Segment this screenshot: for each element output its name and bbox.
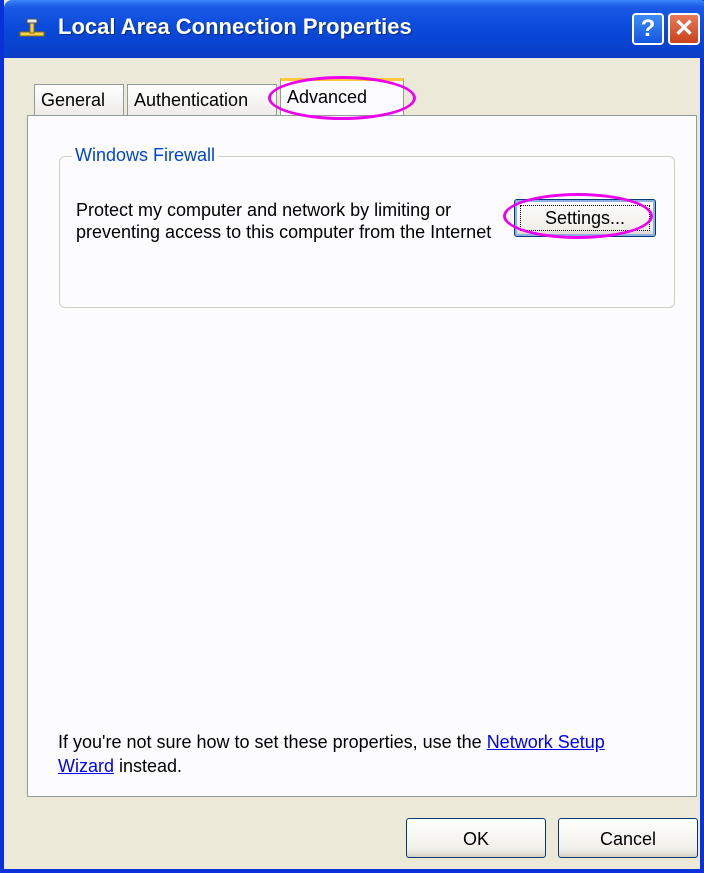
network-connection-icon bbox=[19, 18, 45, 37]
group-legend: Windows Firewall bbox=[72, 145, 219, 166]
window-title: Local Area Connection Properties bbox=[58, 14, 412, 39]
tab-advanced[interactable]: Advanced bbox=[280, 78, 404, 116]
dialog-window: Local Area Connection Properties ? ✕ Gen… bbox=[0, 0, 704, 873]
tab-authentication[interactable]: Authentication bbox=[127, 84, 277, 116]
ok-button[interactable]: OK bbox=[406, 818, 546, 858]
windows-firewall-group: Windows Firewall Protect my computer and… bbox=[59, 145, 675, 308]
tab-general[interactable]: General bbox=[34, 84, 124, 116]
firewall-description: Protect my computer and network by limit… bbox=[76, 200, 492, 242]
help-button[interactable]: ? bbox=[632, 13, 664, 45]
info-text-suffix: instead. bbox=[114, 756, 183, 776]
close-button[interactable]: ✕ bbox=[668, 13, 700, 45]
cancel-button[interactable]: Cancel bbox=[558, 818, 698, 858]
advanced-tab-panel: Windows Firewall Protect my computer and… bbox=[27, 115, 697, 797]
settings-button[interactable]: Settings... bbox=[514, 199, 656, 237]
info-text-prefix: If you're not sure how to set these prop… bbox=[58, 732, 487, 752]
title-bar[interactable]: Local Area Connection Properties ? ✕ bbox=[4, 0, 704, 58]
focus-rectangle bbox=[520, 205, 650, 231]
info-text: If you're not sure how to set these prop… bbox=[58, 730, 658, 778]
